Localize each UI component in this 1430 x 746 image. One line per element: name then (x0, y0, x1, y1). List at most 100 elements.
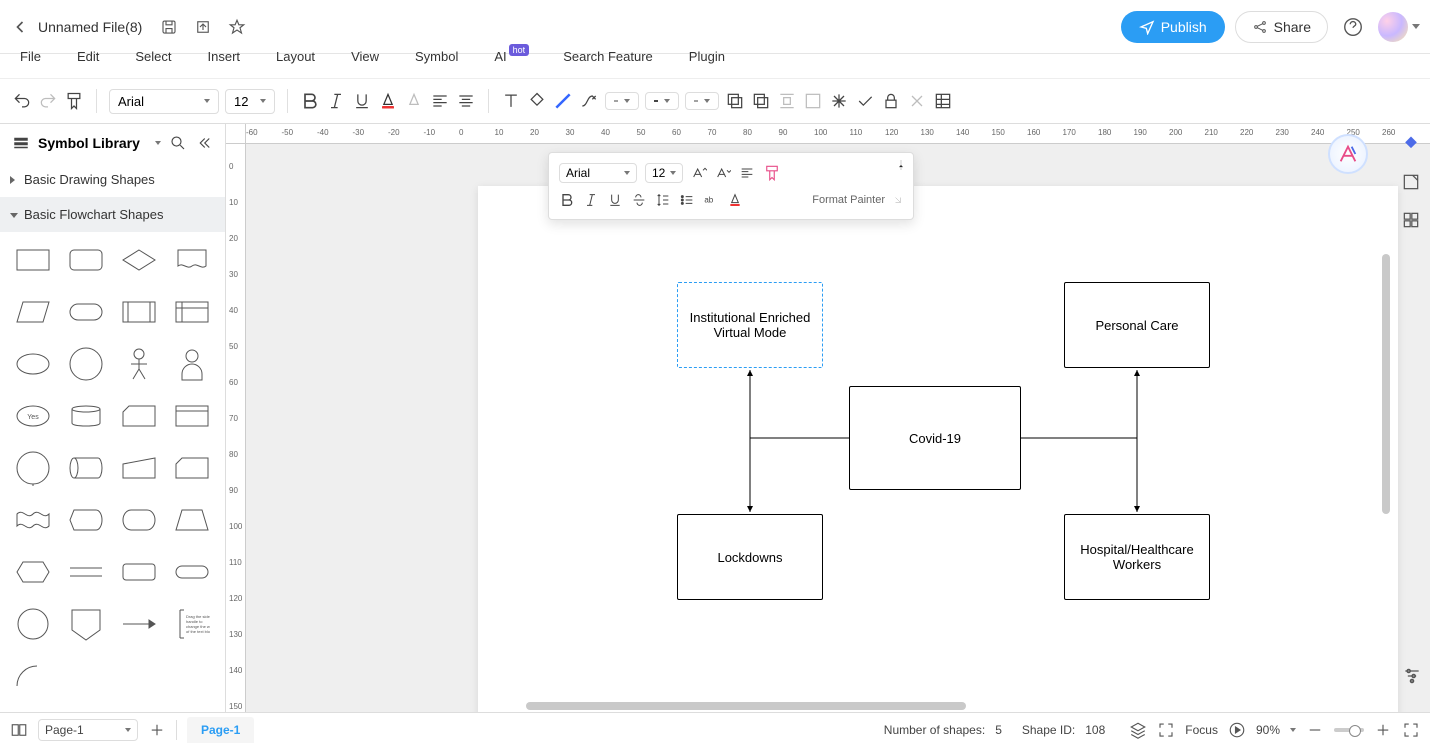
redo-icon[interactable] (38, 91, 58, 111)
font-size-select[interactable]: 12 (225, 89, 275, 114)
float-bold-icon[interactable] (559, 192, 575, 208)
node-personal-care[interactable]: Personal Care (1064, 282, 1210, 368)
tools-icon[interactable] (907, 91, 927, 111)
underline-icon[interactable] (352, 91, 372, 111)
shape-annotation[interactable]: Drag the sidehandle tochange the widthof… (170, 606, 215, 642)
shape-tape[interactable] (10, 502, 55, 538)
connector-icon[interactable] (579, 91, 599, 111)
export-icon[interactable] (194, 18, 212, 36)
shape-subroutine[interactable] (170, 398, 215, 434)
back-arrow-icon[interactable] (10, 17, 30, 37)
shape-display[interactable] (63, 502, 108, 538)
category-basic-flowchart[interactable]: Basic Flowchart Shapes (0, 197, 225, 232)
ai-assistant-badge[interactable] (1328, 134, 1368, 174)
menu-ai[interactable]: AIhot (494, 49, 527, 64)
shape-person[interactable] (170, 346, 215, 382)
shape-parallelogram[interactable] (10, 294, 55, 330)
float-increase-font-icon[interactable] (691, 165, 707, 181)
shape-hexagon[interactable] (10, 554, 55, 590)
shape-yes-decision[interactable]: Yes (10, 398, 55, 434)
align-tool-icon[interactable] (777, 91, 797, 111)
float-painter-icon[interactable] (763, 164, 781, 182)
float-pin-icon[interactable] (895, 159, 907, 171)
node-institutional[interactable]: Institutional Enriched Virtual Mode (677, 282, 823, 368)
menu-symbol[interactable]: Symbol (415, 49, 458, 64)
float-bullet-list-icon[interactable] (679, 192, 695, 208)
lock-icon[interactable] (881, 91, 901, 111)
focus-label[interactable]: Focus (1185, 723, 1218, 737)
fill-color-icon[interactable] (527, 91, 547, 111)
shape-rounded-rect2[interactable] (117, 554, 162, 590)
shape-card[interactable] (117, 398, 162, 434)
bold-icon[interactable] (300, 91, 320, 111)
page-tab[interactable]: Page-1 (187, 717, 254, 743)
file-name[interactable]: Unnamed File(8) (38, 19, 142, 35)
menu-view[interactable]: View (351, 49, 379, 64)
float-line-spacing-icon[interactable] (655, 192, 671, 208)
theme-icon[interactable] (1401, 134, 1421, 154)
grid-icon[interactable] (1401, 210, 1421, 230)
zoom-dropdown-icon[interactable] (1290, 728, 1296, 732)
shape-predefined[interactable] (117, 294, 162, 330)
library-dropdown-icon[interactable] (155, 141, 161, 145)
shape-diamond[interactable] (117, 242, 162, 278)
shape-trapezoid[interactable] (170, 502, 215, 538)
line-color-icon[interactable] (553, 91, 573, 111)
zoom-value[interactable]: 90% (1256, 723, 1280, 737)
zoom-slider[interactable] (1334, 728, 1364, 732)
shape-database[interactable] (63, 398, 108, 434)
help-icon[interactable] (1342, 16, 1364, 38)
text-tool-icon[interactable] (501, 91, 521, 111)
search-icon[interactable] (169, 134, 187, 152)
shape-pentagon-down[interactable] (63, 606, 108, 642)
node-covid19[interactable]: Covid-19 (849, 386, 1021, 490)
menu-select[interactable]: Select (135, 49, 171, 64)
properties-icon[interactable] (1401, 172, 1421, 192)
avatar-dropdown-icon[interactable] (1412, 24, 1420, 29)
format-painter-icon[interactable] (64, 91, 84, 111)
shape-arrow-line[interactable] (117, 606, 162, 642)
line-style-select[interactable] (605, 92, 639, 110)
node-hospital[interactable]: Hospital/Healthcare Workers (1064, 514, 1210, 600)
float-italic-icon[interactable] (583, 192, 599, 208)
float-underline-icon[interactable] (607, 192, 623, 208)
font-family-select[interactable]: Arial (109, 89, 219, 114)
ungroup-icon[interactable] (855, 91, 875, 111)
align-left-icon[interactable] (430, 91, 450, 111)
shape-rectangle[interactable] (10, 242, 55, 278)
shape-parallel-lines[interactable] (63, 554, 108, 590)
share-button[interactable]: Share (1235, 11, 1328, 43)
shape-actor[interactable] (117, 346, 162, 382)
save-icon[interactable] (160, 18, 178, 36)
float-text-case-icon[interactable]: ab (703, 192, 719, 208)
shape-cylinder-h[interactable] (63, 450, 108, 486)
canvas-horizontal-scrollbar[interactable] (526, 702, 966, 710)
bring-front-icon[interactable] (725, 91, 745, 111)
font-color-icon[interactable] (378, 91, 398, 111)
shape-connector-circle[interactable] (10, 450, 55, 486)
node-lockdowns[interactable]: Lockdowns (677, 514, 823, 600)
shape-internal-storage[interactable] (170, 294, 215, 330)
publish-button[interactable]: Publish (1121, 11, 1225, 43)
canvas-vertical-scrollbar[interactable] (1382, 254, 1390, 514)
float-strike-icon[interactable] (631, 192, 647, 208)
menu-layout[interactable]: Layout (276, 49, 315, 64)
shape-stadium[interactable] (63, 294, 108, 330)
arrow-style-select[interactable] (685, 92, 719, 110)
italic-icon[interactable] (326, 91, 346, 111)
shape-rounded-rect[interactable] (63, 242, 108, 278)
page-select[interactable]: Page-1 (38, 719, 138, 741)
menu-edit[interactable]: Edit (77, 49, 99, 64)
shape-terminator[interactable] (117, 502, 162, 538)
shape-ellipse[interactable] (10, 346, 55, 382)
float-decrease-font-icon[interactable] (715, 165, 731, 181)
settings-filter-icon[interactable] (1402, 666, 1422, 686)
shape-circle[interactable] (63, 346, 108, 382)
undo-icon[interactable] (12, 91, 32, 111)
table-icon[interactable] (933, 91, 953, 111)
collapse-panel-icon[interactable] (195, 134, 213, 152)
menu-search-feature[interactable]: Search Feature (563, 49, 653, 64)
float-font-color-icon[interactable] (727, 192, 743, 208)
shape-offpage[interactable] (10, 606, 55, 642)
shape-manual-input[interactable] (117, 450, 162, 486)
